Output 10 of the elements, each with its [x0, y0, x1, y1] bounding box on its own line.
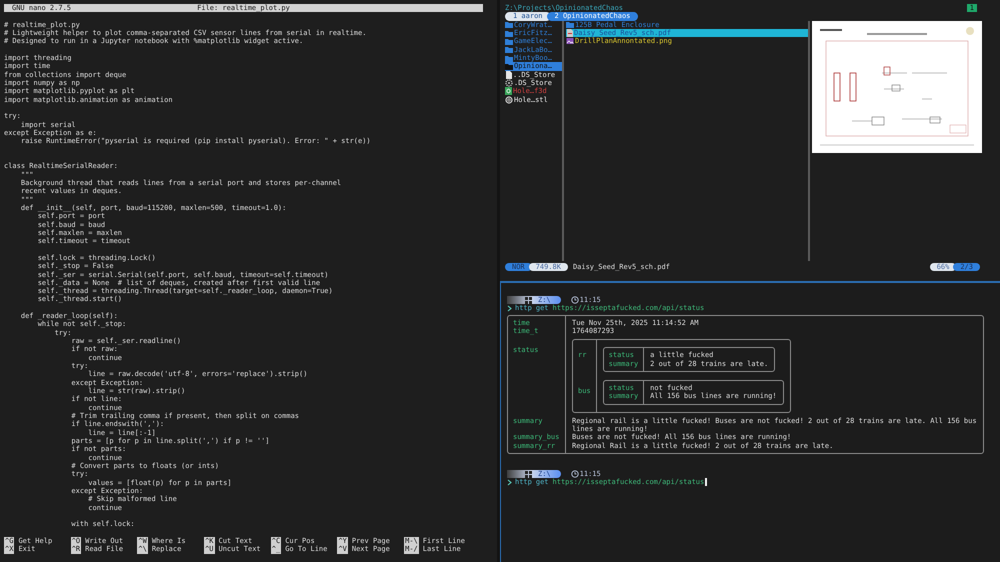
- chevron-icon: [507, 304, 513, 312]
- window-grid-icon: [525, 296, 532, 304]
- text-cursor: [705, 478, 708, 486]
- clock-icon: [570, 470, 579, 478]
- image-icon: [566, 37, 574, 46]
- clock-icon: [570, 296, 579, 304]
- chevron-icon: [507, 478, 513, 486]
- window-grid-icon: [525, 470, 532, 478]
- document-icon: [566, 29, 573, 38]
- cube-file-icon: [505, 87, 512, 96]
